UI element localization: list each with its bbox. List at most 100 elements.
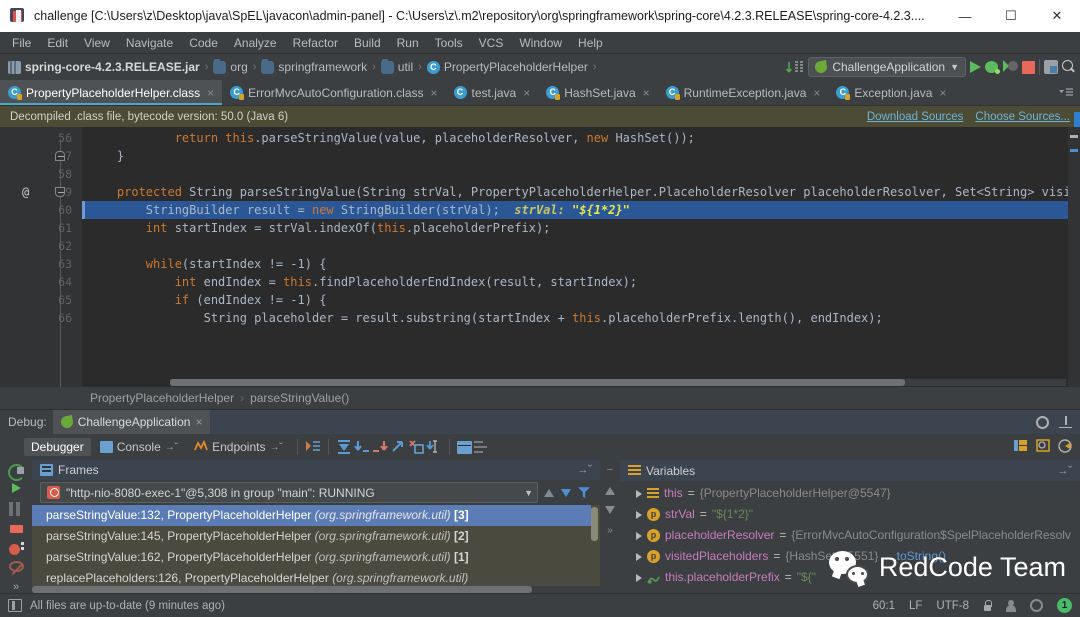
variable-row[interactable]: p visitedPlaceholders = {HashSet@5551} .…: [620, 546, 1080, 567]
expand-arrow-icon[interactable]: [636, 552, 642, 561]
breadcrumb-util[interactable]: util: [380, 58, 413, 74]
caret-position[interactable]: 60:1: [873, 600, 895, 612]
breadcrumb-org[interactable]: org: [213, 58, 248, 74]
tab-close-icon[interactable]: ×: [523, 86, 530, 100]
evaluate-expression-icon[interactable]: [456, 440, 472, 454]
frame-list-item[interactable]: replacePlaceholders:126, PropertyPlaceho…: [32, 568, 600, 586]
choose-sources-link[interactable]: Choose Sources...: [975, 111, 1070, 123]
breadcrumb-springframework[interactable]: springframework: [261, 58, 367, 74]
close-button[interactable]: ✕: [1034, 0, 1080, 32]
frame-list-item[interactable]: parseStringValue:132, PropertyPlaceholde…: [32, 505, 600, 527]
download-sources-link[interactable]: Download Sources: [867, 111, 964, 123]
thread-selector[interactable]: "http-nio-8080-exec-1"@5,308 in group "m…: [40, 482, 538, 504]
breadcrumb-current-method[interactable]: parseStringValue(): [250, 391, 349, 405]
view-breakpoints-icon[interactable]: [8, 542, 24, 555]
frames-vertical-scrollbar[interactable]: [591, 505, 600, 586]
show-execution-point-icon[interactable]: [305, 439, 321, 456]
breadcrumb-current-class[interactable]: PropertyPlaceholderHelper: [90, 391, 234, 405]
editor-horizontal-scrollbar[interactable]: [170, 379, 1066, 386]
menu-navigate[interactable]: Navigate: [118, 34, 181, 52]
tab-console[interactable]: Console →˘: [93, 438, 185, 456]
rerun-icon[interactable]: [8, 464, 25, 482]
pin-icon[interactable]: →˘: [1057, 465, 1072, 477]
person-icon[interactable]: [1006, 599, 1016, 612]
tab-Exception-java[interactable]: C Exception.java ×: [828, 80, 955, 105]
project-icon[interactable]: [8, 599, 22, 612]
run-button[interactable]: [970, 61, 981, 73]
editor-gutter[interactable]: 56 57 58 59 @ 60 61 62 63 64 65 66: [0, 127, 82, 387]
tab-close-icon[interactable]: ×: [813, 86, 820, 100]
arrow-up-icon[interactable]: [605, 487, 615, 495]
force-step-into-icon[interactable]: [372, 439, 388, 455]
more-actions-icon[interactable]: »: [13, 581, 19, 593]
step-out-icon[interactable]: [390, 439, 406, 455]
pause-program-icon[interactable]: [9, 502, 23, 517]
tab-RuntimeException-java[interactable]: C RuntimeException.java ×: [657, 80, 829, 105]
tab-endpoints[interactable]: Endpoints →˘: [187, 438, 290, 457]
variable-row[interactable]: p placeholderResolver = {ErrorMvcAutoCon…: [620, 525, 1080, 546]
frame-list-item[interactable]: parseStringValue:162, PropertyPlaceholde…: [32, 547, 600, 568]
resume-program-icon[interactable]: [11, 483, 21, 494]
gear-icon[interactable]: [1036, 415, 1049, 429]
maximize-button[interactable]: ☐: [988, 0, 1034, 32]
frames-list[interactable]: parseStringValue:132, PropertyPlaceholde…: [32, 505, 600, 586]
run-configuration-selector[interactable]: ChallengeApplication ▼: [808, 57, 966, 77]
frames-horizontal-scrollbar[interactable]: [32, 586, 600, 593]
minimize-button[interactable]: —: [942, 0, 988, 32]
step-over-icon[interactable]: [336, 439, 352, 455]
arrow-down-icon[interactable]: [561, 488, 571, 497]
pin-icon[interactable]: →˘: [165, 442, 178, 453]
stop-icon[interactable]: [9, 525, 23, 534]
frame-list-item[interactable]: parseStringValue:145, PropertyPlaceholde…: [32, 526, 600, 547]
variable-row[interactable]: p strVal = "${1*2}": [620, 504, 1080, 525]
menu-build[interactable]: Build: [346, 34, 389, 52]
debug-session-tab[interactable]: ChallengeApplication ×: [52, 410, 211, 434]
expand-arrow-icon[interactable]: [636, 510, 642, 519]
line-separator[interactable]: LF: [909, 600, 922, 612]
lock-icon[interactable]: [983, 600, 992, 611]
sort-toggle-icon[interactable]: [786, 60, 804, 75]
tab-PropertyPlaceholderHelper-class[interactable]: C PropertyPlaceholderHelper.class ×: [0, 80, 223, 105]
tab-HashSet-java[interactable]: C HashSet.java ×: [538, 80, 658, 105]
tab-close-icon[interactable]: ×: [431, 86, 438, 100]
arrow-up-icon[interactable]: [544, 488, 554, 497]
menu-edit[interactable]: Edit: [39, 34, 76, 52]
code-text-area[interactable]: return this.parseStringValue(value, plac…: [82, 127, 1080, 387]
profiler-icon[interactable]: [1058, 438, 1072, 456]
step-into-icon[interactable]: [354, 439, 370, 455]
layout-icon[interactable]: [1044, 60, 1058, 74]
tab-close-icon[interactable]: ×: [207, 86, 214, 100]
notification-badge[interactable]: 1: [1057, 598, 1072, 613]
search-icon[interactable]: [1062, 60, 1076, 74]
fold-up-icon[interactable]: [55, 147, 66, 165]
menu-analyze[interactable]: Analyze: [226, 34, 285, 52]
variables-list[interactable]: this = {PropertyPlaceholderHelper@5547} …: [620, 481, 1080, 593]
tab-ErrorMvcAutoConfiguration-class[interactable]: C ErrorMvcAutoConfiguration.class ×: [222, 80, 446, 105]
pin-icon[interactable]: →˘: [577, 464, 592, 476]
menu-code[interactable]: Code: [181, 34, 226, 52]
editor-marker-bar[interactable]: [1068, 127, 1080, 387]
tab-overflow-menu[interactable]: [1058, 80, 1080, 105]
arrow-down-icon[interactable]: [605, 506, 615, 514]
stop-button[interactable]: [1022, 60, 1035, 74]
close-icon[interactable]: ×: [195, 415, 202, 429]
mute-breakpoints-icon[interactable]: [8, 561, 24, 572]
debug-button[interactable]: [985, 61, 1000, 74]
drop-frame-icon[interactable]: [408, 439, 424, 455]
menu-file[interactable]: File: [4, 34, 39, 52]
tab-close-icon[interactable]: ×: [939, 86, 946, 100]
expand-arrow-icon[interactable]: [636, 489, 642, 498]
tab-close-icon[interactable]: ×: [643, 86, 650, 100]
file-encoding[interactable]: UTF-8: [936, 600, 969, 612]
tab-test-java[interactable]: C test.java ×: [445, 80, 539, 105]
filter-icon[interactable]: [578, 487, 590, 499]
tab-debugger[interactable]: Debugger: [24, 438, 91, 456]
variable-tostring-link[interactable]: toString(): [897, 546, 946, 567]
breadcrumb-class[interactable]: C PropertyPlaceholderHelper: [426, 60, 588, 74]
layout-settings-icon[interactable]: [1013, 439, 1028, 455]
inspect-icon[interactable]: [1036, 439, 1050, 455]
menu-view[interactable]: View: [76, 34, 118, 52]
menu-help[interactable]: Help: [570, 34, 611, 52]
menu-refactor[interactable]: Refactor: [285, 34, 346, 52]
expand-arrow-icon[interactable]: [636, 573, 642, 582]
